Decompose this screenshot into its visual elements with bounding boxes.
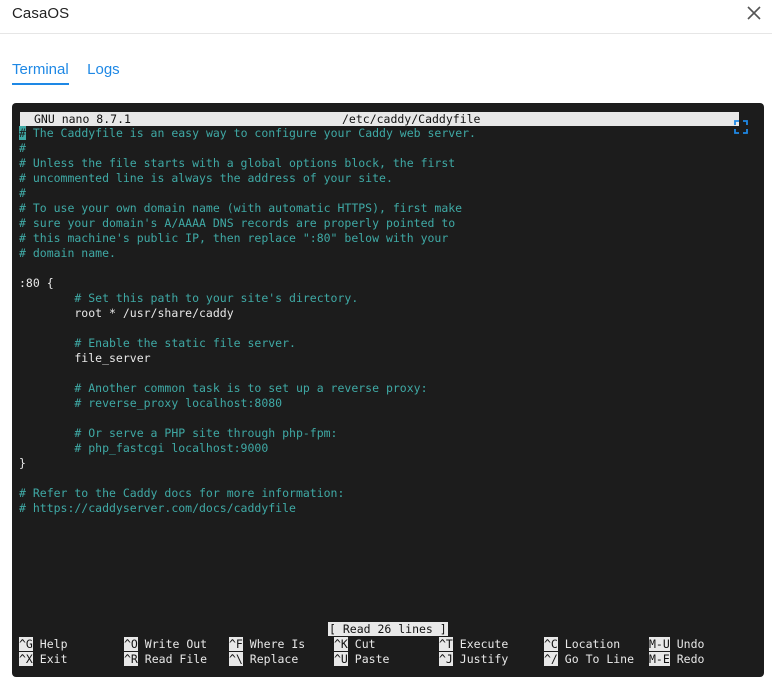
shortcut-label: Location [564,637,621,651]
nano-version: GNU nano 8.7.1 [34,112,131,126]
shortcut-label: Where Is [249,637,306,651]
editor-line: } [19,456,26,470]
shortcut-key: ^K [334,637,348,651]
shortcut-write-out[interactable]: ^O Write Out [124,637,207,652]
shortcut-key: ^/ [544,652,558,666]
shortcut-key: ^F [229,637,243,651]
close-icon[interactable] [746,5,762,21]
shortcut-key: ^G [19,637,33,651]
shortcut-label: Help [39,637,68,651]
shortcut-label: Go To Line [564,652,635,666]
editor-line: # https://caddyserver.com/docs/caddyfile [19,501,296,515]
shortcut-label: Paste [354,652,390,666]
shortcut-execute[interactable]: ^T Execute [439,637,508,652]
shortcut-replace[interactable]: ^\ Replace [229,652,298,667]
shortcut-redo[interactable]: M-E Redo [649,652,704,667]
shortcut-key: M-E [649,652,670,666]
editor-line: # [19,141,26,155]
shortcut-read-file[interactable]: ^R Read File [124,652,207,667]
shortcut-label: Redo [676,652,705,666]
nano-header-bar: GNU nano 8.7.1 /etc/caddy/Caddyfile [20,112,739,126]
shortcut-key: ^T [439,637,453,651]
shortcut-exit[interactable]: ^X Exit [19,652,68,667]
tab-bar: Terminal Logs [12,61,134,85]
shortcut-key: M-U [649,637,670,651]
shortcut-help[interactable]: ^G Help [19,637,68,652]
editor-line: # Enable the static file server. [19,336,296,350]
editor-line: # To use your own domain name (with auto… [19,201,463,215]
shortcut-key: ^O [124,637,138,651]
editor-line: # Refer to the Caddy docs for more infor… [19,486,345,500]
shortcut-label: Write Out [144,637,208,651]
editor-line: :80 { [19,276,54,290]
tab-terminal[interactable]: Terminal [12,61,69,85]
shortcut-where-is[interactable]: ^F Where Is [229,637,305,652]
shortcut-cut[interactable]: ^K Cut [334,637,376,652]
editor-line: root * /usr/share/caddy [19,306,234,320]
editor-line: # sure your domain's A/AAAA DNS records … [19,216,456,230]
shortcut-key: ^U [334,652,348,666]
status-message: [ Read 26 lines ] [328,622,448,636]
tab-logs[interactable]: Logs [87,61,120,83]
terminal-window[interactable]: GNU nano 8.7.1 /etc/caddy/Caddyfile # Th… [12,103,764,677]
shortcut-key: ^\ [229,652,243,666]
shortcut-label: Exit [39,652,68,666]
editor-line: # The Caddyfile is an easy way to config… [19,126,476,141]
editor-content[interactable]: # The Caddyfile is an easy way to config… [19,126,476,516]
shortcut-location[interactable]: ^C Location [544,637,620,652]
editor-line: # Set this path to your site's directory… [19,291,359,305]
shortcut-label: Cut [354,637,376,651]
shortcut-label: Read File [144,652,208,666]
editor-line: # uncommented line is always the address… [19,171,393,185]
shortcut-key: ^C [544,637,558,651]
text-cursor: # [19,126,26,140]
shortcut-key: ^X [19,652,33,666]
editor-line: # [19,186,26,200]
editor-line: # reverse_proxy localhost:8080 [19,396,283,410]
shortcut-undo[interactable]: M-U Undo [649,637,704,652]
shortcut-label: Undo [676,637,705,651]
editor-line: # domain name. [19,246,116,260]
title-bar: CasaOS [0,0,772,34]
editor-line: # Unless the file starts with a global o… [19,156,456,170]
shortcut-key: ^R [124,652,138,666]
shortcut-justify[interactable]: ^J Justify [439,652,508,667]
shortcut-go-to-line[interactable]: ^/ Go To Line [544,652,634,667]
editor-line-text: The Caddyfile is an easy way to configur… [25,126,476,140]
editor-line: # Or serve a PHP site through php-fpm: [19,426,338,440]
app-title: CasaOS [12,5,70,22]
editor-line: # Another common task is to set up a rev… [19,381,428,395]
editor-line: # this machine's public IP, then replace… [19,231,449,245]
shortcut-label: Justify [459,652,509,666]
editor-line: # php_fastcgi localhost:9000 [19,441,269,455]
fullscreen-icon[interactable] [734,120,748,134]
editor-line: file_server [19,351,151,365]
shortcut-key: ^J [439,652,453,666]
nano-filename: /etc/caddy/Caddyfile [342,112,481,126]
shortcut-label: Execute [459,637,509,651]
shortcut-label: Replace [249,652,299,666]
shortcut-paste[interactable]: ^U Paste [334,652,389,667]
